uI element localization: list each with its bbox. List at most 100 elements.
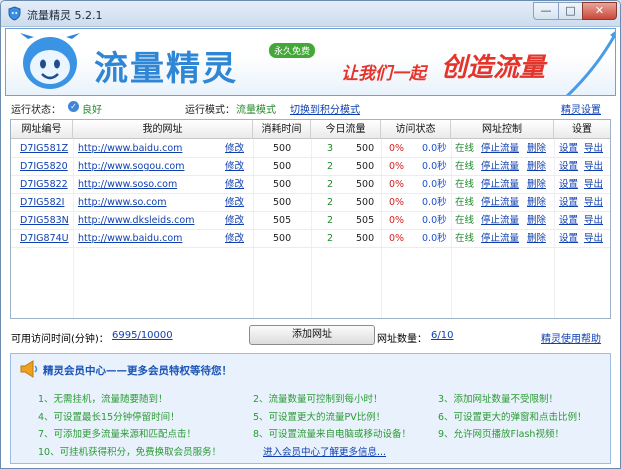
stop-flow-link[interactable]: 停止流量 [481,230,519,248]
edit-link[interactable]: 修改 [225,140,244,158]
row-settings-link[interactable]: 设置 [559,194,578,212]
url-link[interactable]: http://www.baidu.com [78,140,182,158]
time-value[interactable]: 6995/10000 [112,330,173,341]
url-link[interactable]: http://www.soso.com [78,176,177,194]
perk-item: 8、可设置流量来自电脑或移动设备！ [253,429,412,440]
col-header-id: 网址编号 [11,120,73,139]
export-link[interactable]: 导出 [584,230,603,248]
table-row: D7IG5822 http://www.soso.com 修改 500 2 500 0% 0.… [11,176,610,194]
free-badge: 永久免费 [269,43,316,58]
percent-cell: 0% [389,143,405,154]
url-link[interactable]: http://www.baidu.com [78,230,182,248]
export-link[interactable]: 导出 [584,176,603,194]
edit-link[interactable]: 修改 [225,176,244,194]
table-header: 网址编号 我的网址 消耗时间 今日流量 访问状态 网址控制 设置 [11,120,610,139]
url-id-link[interactable]: D7IG581Z [20,140,68,158]
url-id-link[interactable]: D7IG582I [20,194,64,212]
col-header-status: 访问状态 [381,120,451,139]
run-state-label: 运行状态： [11,105,61,116]
footer-bar: 可用访问时间(分钟)： 6995/10000 添加网址 网址数量： 6/10 精… [11,325,609,346]
flow-cell: 500 [356,179,375,190]
perk-item: 3、添加网址数量不受限制！ [438,394,559,405]
delete-link[interactable]: 删除 [527,212,546,230]
row-settings-link[interactable]: 设置 [559,212,578,230]
seconds-cell: 0.0秒 [422,143,447,154]
time-cell: 500 [273,197,292,208]
export-link[interactable]: 导出 [584,140,603,158]
visit-count-cell: 2 [327,197,334,208]
close-button[interactable]: ✕ [582,2,617,20]
seconds-cell: 0.0秒 [422,233,447,244]
time-cell: 500 [273,143,292,154]
url-link[interactable]: http://www.dksleids.com [78,212,194,230]
add-url-button[interactable]: 添加网址 [249,325,375,345]
row-settings-link[interactable]: 设置 [559,140,578,158]
online-status: 在线 [455,215,475,226]
time-cell: 505 [273,215,292,226]
table-row: D7IG581Z http://www.baidu.com 修改 500 3 500 0% 0… [11,140,610,158]
time-cell: 500 [273,179,292,190]
flow-cell: 500 [356,233,375,244]
delete-link[interactable]: 删除 [527,176,546,194]
url-count-value[interactable]: 6/10 [431,330,453,341]
delete-link[interactable]: 删除 [527,230,546,248]
edit-link[interactable]: 修改 [225,158,244,176]
edit-link[interactable]: 修改 [225,194,244,212]
url-link[interactable]: http://www.sogou.com [78,158,185,176]
delete-link[interactable]: 删除 [527,194,546,212]
online-status: 在线 [455,161,475,172]
online-status: 在线 [455,233,475,244]
export-link[interactable]: 导出 [584,158,603,176]
app-window: 流量精灵 5.2.1 — □ ✕ 流量精灵 永久免费 让我们一起 创造流量 运行… [0,0,621,469]
help-link[interactable]: 精灵使用帮助 [541,330,601,345]
seconds-cell: 0.0秒 [422,197,447,208]
delete-link[interactable]: 删除 [527,158,546,176]
url-id-link[interactable]: D7IG874U [20,230,69,248]
perk-item: 10、可挂机获得积分，免费换取会员服务！ [38,447,222,458]
stop-flow-link[interactable]: 停止流量 [481,158,519,176]
row-settings-link[interactable]: 设置 [559,158,578,176]
export-link[interactable]: 导出 [584,194,603,212]
time-cell: 500 [273,161,292,172]
perk-item: 7、可添加更多流量来源和匹配点击！ [38,429,197,440]
edit-link[interactable]: 修改 [225,212,244,230]
row-settings-link[interactable]: 设置 [559,176,578,194]
member-center-link[interactable]: 进入会员中心了解更多信息... [263,444,386,458]
percent-cell: 0% [389,197,405,208]
window-title: 流量精灵 5.2.1 [27,9,103,22]
stop-flow-link[interactable]: 停止流量 [481,176,519,194]
mascot-icon [20,33,80,89]
url-id-link[interactable]: D7IG583N [20,212,69,230]
edit-link[interactable]: 修改 [225,230,244,248]
url-id-link[interactable]: D7IG5820 [20,158,68,176]
seconds-cell: 0.0秒 [422,215,447,226]
stop-flow-link[interactable]: 停止流量 [481,140,519,158]
row-settings-link[interactable]: 设置 [559,230,578,248]
online-status: 在线 [455,197,475,208]
maximize-button[interactable]: □ [558,2,583,20]
visit-count-cell: 2 [327,179,334,190]
megaphone-icon [20,360,38,378]
percent-cell: 0% [389,179,405,190]
brand-banner: 流量精灵 永久免费 让我们一起 创造流量 [5,28,616,96]
export-link[interactable]: 导出 [584,212,603,230]
minimize-button[interactable]: — [533,2,559,20]
perk-item: 1、无需挂机，流量随要随到！ [38,394,168,405]
perk-item: 2、流量数量可控制到每小时！ [253,394,383,405]
slogan-part-two: 创造流量 [441,53,546,83]
run-mode-value: 流量模式 [236,105,276,116]
url-link[interactable]: http://www.so.com [78,194,166,212]
switch-mode-link[interactable]: 切换到积分模式 [290,101,360,116]
member-center-panel: 精灵会员中心——更多会员特权等待您！ 1、无需挂机，流量随要随到！ 2、流量数量… [10,353,611,464]
stop-flow-link[interactable]: 停止流量 [481,212,519,230]
url-id-link[interactable]: D7IG5822 [20,176,68,194]
table-row: D7IG5820 http://www.sogou.com 修改 500 2 500 0% 0… [11,158,610,176]
settings-link[interactable]: 精灵设置 [561,101,601,116]
delete-link[interactable]: 删除 [527,140,546,158]
app-icon [8,6,21,21]
online-status: 在线 [455,179,475,190]
perk-item: 5、可设置更大的流量PV比例！ [253,412,386,423]
stop-flow-link[interactable]: 停止流量 [481,194,519,212]
member-title: 精灵会员中心——更多会员特权等待您！ [43,365,232,377]
time-label: 可用访问时间(分钟)： [11,334,109,345]
